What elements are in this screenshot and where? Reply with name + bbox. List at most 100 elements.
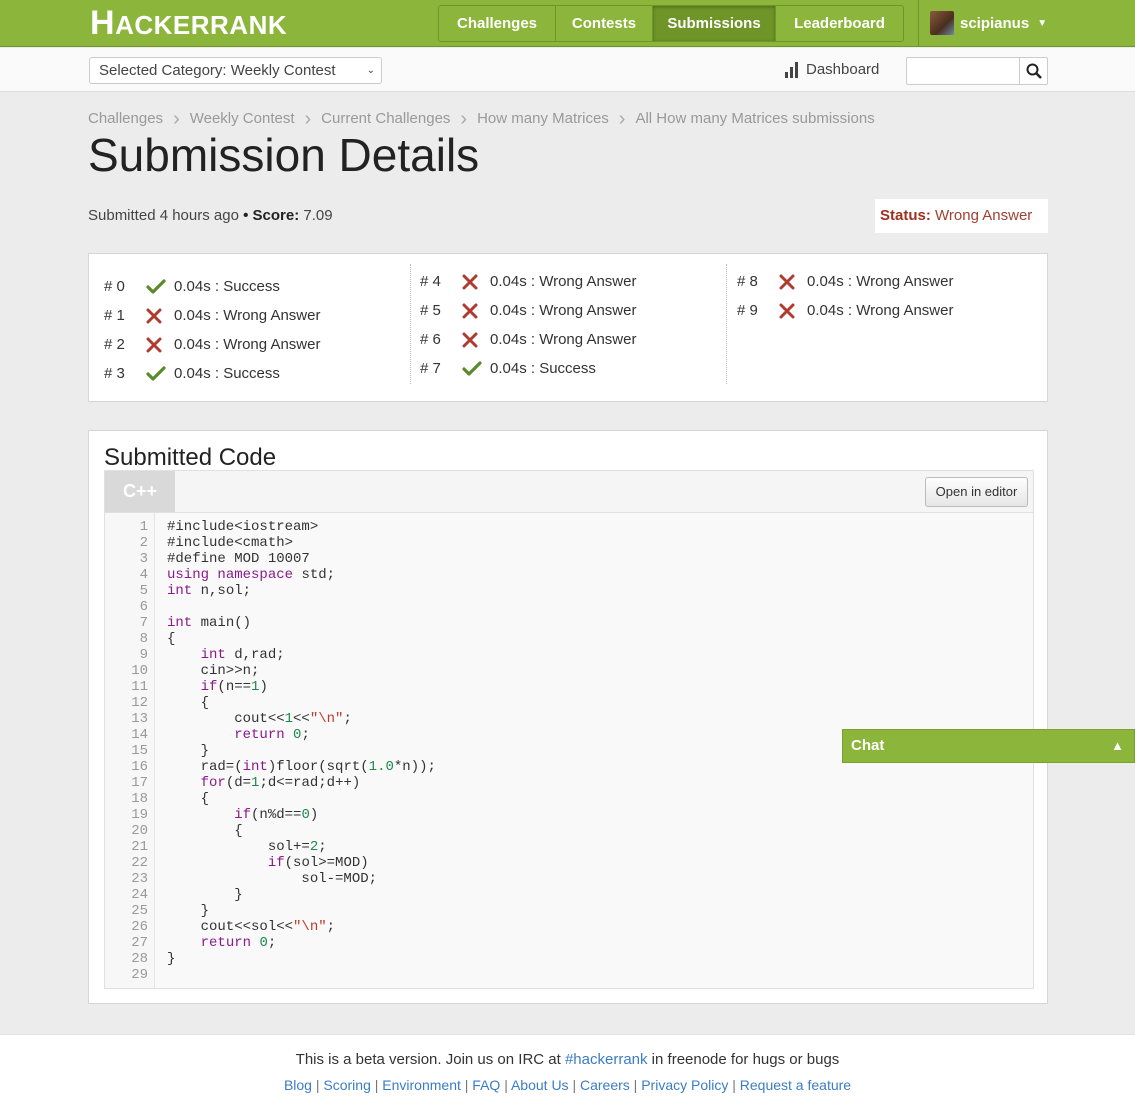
check-icon: [146, 365, 174, 382]
code-line: int d,rad;: [200, 647, 285, 663]
line-number: 16: [131, 759, 148, 775]
testcase-number: # 9: [737, 302, 758, 319]
status-label: Status:: [880, 207, 931, 224]
footer-link[interactable]: Request a feature: [740, 1077, 851, 1093]
footer-link[interactable]: Scoring: [323, 1077, 370, 1093]
testcase-row: # 1 0.04s : Wrong Answer: [104, 301, 320, 330]
username: scipianus: [960, 14, 1030, 32]
link-separator: |: [728, 1077, 740, 1093]
line-number: 11: [131, 679, 148, 695]
chat-toggle[interactable]: Chat ▲: [842, 729, 1135, 763]
testcase-results-panel: # 0 0.04s : Success # 1 0.04s : Wrong Answe…: [88, 253, 1048, 402]
footer-link[interactable]: Environment: [382, 1077, 461, 1093]
chevron-right-icon: ›: [618, 107, 626, 130]
code-line: using namespace std;: [167, 567, 336, 583]
nav-contests[interactable]: Contests: [556, 6, 653, 41]
link-separator: |: [460, 1077, 473, 1093]
nav-leaderboard[interactable]: Leaderboard: [776, 6, 903, 41]
line-number: 20: [131, 823, 148, 839]
line-number: 1: [139, 519, 148, 535]
breadcrumb: Challenges › Weekly Contest › Current Ch…: [88, 107, 875, 130]
line-number: 14: [131, 727, 148, 743]
testcase-column: # 8 0.04s : Wrong Answer # 9 0.04s : Wrong …: [737, 267, 953, 325]
code-heading: Submitted Code: [104, 444, 277, 471]
line-number: 5: [139, 583, 148, 599]
breadcrumb-challenges[interactable]: Challenges: [88, 110, 163, 127]
chevron-up-icon: ▲: [1111, 738, 1124, 753]
check-icon: [462, 360, 490, 377]
sub-navbar: Selected Category: Weekly Contest ⌄ Dash…: [0, 48, 1135, 92]
testcase-row: # 5 0.04s : Wrong Answer: [420, 296, 636, 325]
line-number: 22: [131, 855, 148, 871]
breadcrumb-weekly-contest[interactable]: Weekly Contest: [190, 110, 295, 127]
footer-link[interactable]: Privacy Policy: [641, 1077, 728, 1093]
cross-icon: [462, 332, 490, 348]
testcase-number: # 7: [420, 360, 441, 377]
language-tab[interactable]: C++: [105, 471, 175, 513]
testcase-column: # 4 0.04s : Wrong Answer # 5 0.04s : Wrong …: [420, 267, 636, 383]
column-divider: [410, 264, 411, 384]
breadcrumb-current-challenges[interactable]: Current Challenges: [321, 110, 450, 127]
chat-label: Chat: [851, 737, 885, 754]
column-divider: [726, 264, 727, 384]
testcase-number: # 0: [104, 278, 125, 295]
chevron-down-icon: ▼: [1037, 17, 1048, 29]
nav-challenges[interactable]: Challenges: [439, 6, 556, 41]
testcase-number: # 6: [420, 331, 441, 348]
code-line: cin>>n;: [167, 663, 260, 679]
cross-icon: [146, 308, 174, 324]
testcase-row: # 7 0.04s : Success: [420, 354, 636, 383]
code-line: for(d=1;d<=rad;d++): [200, 775, 361, 791]
code-line: return 0;: [200, 935, 277, 951]
testcase-number: # 8: [737, 273, 758, 290]
code-line: {: [167, 695, 210, 711]
footer-link[interactable]: FAQ: [472, 1077, 500, 1093]
avatar: [930, 11, 954, 35]
irc-link[interactable]: #hackerrank: [565, 1051, 648, 1068]
line-number: 6: [139, 599, 148, 615]
line-number: 19: [131, 807, 148, 823]
code-line: #include<iostream>: [167, 519, 319, 535]
testcase-row: # 2 0.04s : Wrong Answer: [104, 330, 320, 359]
open-in-editor-button[interactable]: Open in editor: [925, 477, 1028, 507]
footer-link[interactable]: About Us: [511, 1077, 569, 1093]
line-number: 27: [131, 935, 148, 951]
testcase-result: 0.04s : Wrong Answer: [174, 336, 321, 353]
status-value: Wrong Answer: [935, 207, 1033, 224]
breadcrumb-all-submissions[interactable]: All How many Matrices submissions: [635, 110, 874, 127]
hackerrank-logo[interactable]: HACKERRANK: [90, 6, 287, 41]
link-separator: |: [370, 1077, 383, 1093]
footer-link[interactable]: Careers: [580, 1077, 630, 1093]
line-number: 24: [131, 887, 148, 903]
code-line: int n,sol;: [167, 583, 252, 599]
line-number: 10: [131, 663, 148, 679]
footer-link[interactable]: Blog: [284, 1077, 312, 1093]
testcase-column: # 0 0.04s : Success # 1 0.04s : Wrong Answe…: [104, 272, 320, 388]
line-number: 4: [139, 567, 148, 583]
testcase-number: # 5: [420, 302, 441, 319]
line-number: 17: [131, 775, 148, 791]
code-line: if(sol>=MOD): [267, 855, 369, 871]
cross-icon: [462, 274, 490, 290]
search-icon: [1026, 63, 1042, 79]
line-number: 12: [131, 695, 148, 711]
line-number: 29: [131, 967, 148, 983]
testcase-row: # 3 0.04s : Success: [104, 359, 320, 388]
breadcrumb-challenge[interactable]: How many Matrices: [477, 110, 609, 127]
chevron-right-icon: ›: [173, 107, 180, 130]
line-number: 15: [131, 743, 148, 759]
line-number: 9: [139, 647, 148, 663]
nav-submissions[interactable]: Submissions: [653, 6, 776, 41]
code-line: {: [167, 631, 176, 647]
cross-icon: [462, 303, 490, 319]
dashboard-link[interactable]: Dashboard: [785, 61, 879, 78]
user-menu[interactable]: scipianus ▼: [930, 11, 1047, 35]
search-button[interactable]: [1019, 58, 1047, 84]
submitted-time: Submitted 4 hours ago: [88, 207, 239, 224]
code-line: }: [167, 887, 243, 903]
line-number: 7: [139, 615, 148, 631]
testcase-row: # 8 0.04s : Wrong Answer: [737, 267, 953, 296]
search-input[interactable]: [907, 58, 1019, 84]
code-line: }: [167, 903, 210, 919]
category-select[interactable]: Selected Category: Weekly Contest ⌄: [89, 57, 382, 84]
